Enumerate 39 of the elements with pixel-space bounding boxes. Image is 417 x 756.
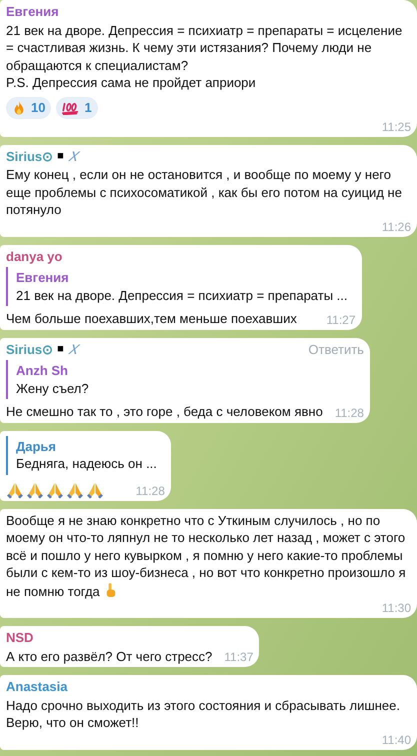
message-time: 11:25 (382, 118, 411, 134)
message-time: 11:28 (136, 482, 165, 498)
message-time: 11:40 (382, 732, 411, 748)
name-symbol: ■ (57, 342, 64, 356)
sender-name[interactable]: danya yo (6, 248, 62, 265)
message-time: 11:26 (382, 218, 411, 234)
sender-name[interactable]: Anastasia (6, 678, 68, 696)
reply-sender: Евгения (16, 269, 70, 286)
flame-icon (12, 100, 26, 116)
reply-sender: Anzh Sh (16, 362, 69, 380)
message-text: А кто его развёл? От чего стресс? (6, 648, 212, 665)
message-text: Надо срочно выходить из этого состояния и сбрасывать лишнее. Верю, что он сможет!! (6, 696, 402, 732)
reply-text: 21 век на дворе. Депрессия = психиатр = препараты ... (16, 286, 348, 304)
praying-hands-icon (66, 480, 84, 498)
praying-hands-icon (26, 480, 44, 498)
message-time: 11:30 (382, 600, 411, 616)
reaction-chip[interactable]: 1 (56, 96, 98, 118)
sender-name[interactable]: Евгения (6, 3, 59, 20)
message-time: 11:27 (326, 312, 356, 328)
reply-text: Бедняга, надеюсь он ... (16, 455, 157, 472)
reply-text: Жену съел? (16, 380, 90, 397)
sender-name[interactable]: Sirius⊙ (6, 340, 54, 358)
reaction-chip[interactable]: 10 (6, 96, 52, 118)
sender-name[interactable]: Sirius⊙ (6, 148, 54, 165)
reply-link[interactable]: Ответить (268, 340, 364, 358)
message-time: 11:37 (224, 649, 254, 665)
message-text: Вообще я не знаю конкретно что с Уткиным случилось , но по моему он что-то ляпнул не то несколько лет назад , может с этого всё и пошло у него кувырком , я помню у него какие-то проблемы были с кем-то из шоу-бизнеса , но вот что конкретно произошло я не помню тогда (6, 512, 407, 600)
praying-hands-icon (46, 480, 64, 498)
hundred-points-icon (62, 100, 80, 114)
message-text: Ему конец , если он не остановится , и вообще по моему у него еще проблемы с психосоматикой , как бы его потом на суицид не потянуло (6, 166, 403, 218)
sender-name[interactable]: NSD (6, 629, 34, 646)
praying-hands-icon (6, 480, 24, 498)
name-symbol: ■ (57, 148, 64, 164)
praying-hands-icon (86, 480, 104, 498)
message-text: 21 век на дворе. Депрессия = психиатр = препараты = исцеление = счастливая жизнь. К чему эти истязания? Почему люди не обращаются к специалистам? P.S. Депрессия сама не пройдет априори (6, 22, 404, 92)
message-text: Не смешно так то , это горе , беда с человеком явно (6, 403, 323, 420)
message-time: 11:28 (334, 404, 364, 420)
message-text: Чем больше поехавших,тем меньше поехавших (6, 310, 297, 328)
reply-sender: Дарья (16, 438, 58, 455)
